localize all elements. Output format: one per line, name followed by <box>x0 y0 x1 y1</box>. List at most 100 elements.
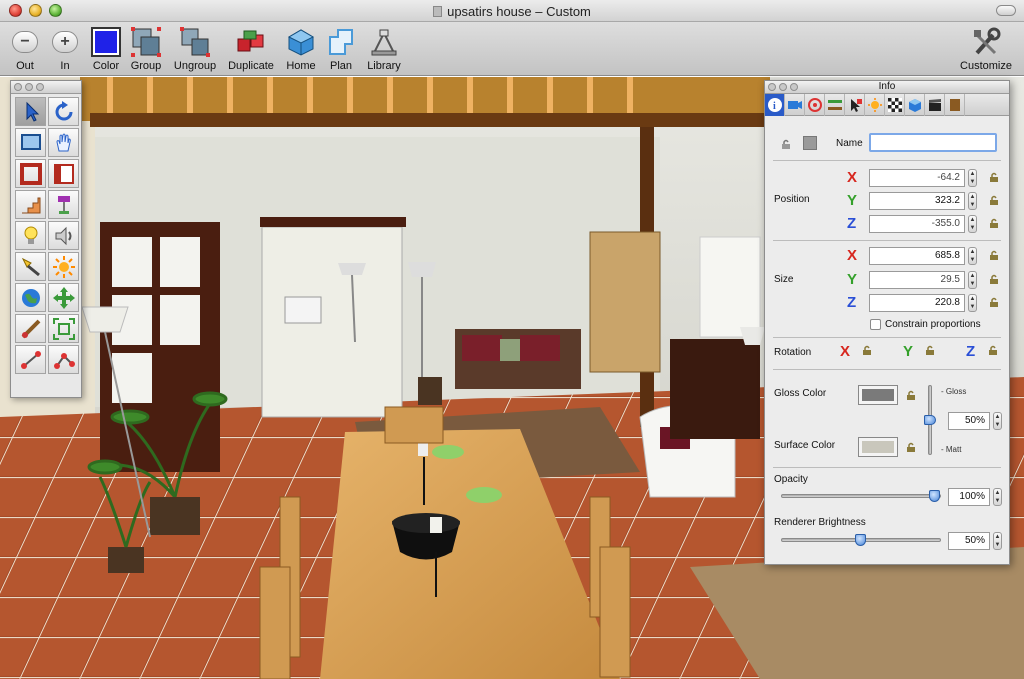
globe-tool[interactable] <box>15 283 46 312</box>
lock-icon[interactable] <box>925 345 934 355</box>
palette-minimize-button[interactable] <box>25 83 33 91</box>
brightness-stepper[interactable]: ▲ ▼ <box>993 532 1002 550</box>
info-panel-titlebar[interactable]: Info <box>765 81 1009 94</box>
group-button[interactable]: Group <box>122 27 170 72</box>
name-label: Name <box>836 138 863 149</box>
measure-tool[interactable] <box>15 314 46 343</box>
lock-icon[interactable] <box>781 139 790 149</box>
brightness-value-field[interactable]: 50% <box>948 532 990 550</box>
rotation-y-button[interactable]: Y <box>903 343 913 360</box>
zoom-rectangle-icon <box>21 134 41 150</box>
surface-color-well[interactable] <box>858 437 898 457</box>
lock-icon[interactable] <box>989 195 998 205</box>
info-minimize-button[interactable] <box>779 83 787 91</box>
size-x-stepper[interactable]: ▲ ▼ <box>968 247 977 265</box>
tab-camera[interactable] <box>785 94 805 116</box>
tab-object[interactable] <box>905 94 925 116</box>
lock-icon[interactable] <box>906 442 915 452</box>
position-x-stepper[interactable]: ▲ ▼ <box>968 169 977 187</box>
divider <box>773 240 1001 241</box>
opacity-value-field[interactable]: 100% <box>948 488 990 506</box>
rotation-z-button[interactable]: Z <box>966 343 975 360</box>
gloss-value-field[interactable]: 50% <box>948 412 990 430</box>
info-zoom-button[interactable] <box>790 83 798 91</box>
palette-close-button[interactable] <box>14 83 22 91</box>
lock-icon[interactable] <box>989 218 998 228</box>
window-titlebar: upsatirs house – Custom <box>0 0 1024 22</box>
lock-icon[interactable] <box>989 274 998 284</box>
rotate-tool[interactable] <box>48 97 79 126</box>
gloss-color-well[interactable] <box>858 385 898 405</box>
ungroup-button[interactable]: Ungroup <box>171 27 219 72</box>
size-y-field[interactable]: 29.5 <box>869 271 965 289</box>
arrow-pointer-icon <box>26 101 40 122</box>
gloss-slider-knob[interactable] <box>924 415 936 425</box>
info-icon: i <box>768 98 782 112</box>
palette-zoom-button[interactable] <box>36 83 44 91</box>
size-z-stepper[interactable]: ▲ ▼ <box>968 294 977 312</box>
sun-icon <box>53 256 75 278</box>
rotation-x-button[interactable]: X <box>840 343 850 360</box>
position-z-stepper[interactable]: ▲ ▼ <box>968 215 977 233</box>
brightness-slider-knob[interactable] <box>855 534 866 546</box>
floor-tool[interactable] <box>48 190 79 219</box>
customize-button[interactable]: Customize <box>956 27 1016 72</box>
tool-palette-titlebar[interactable] <box>11 81 81 94</box>
toolbar-toggle-button[interactable] <box>996 5 1016 16</box>
opacity-stepper[interactable]: ▲ ▼ <box>993 488 1002 506</box>
tab-info[interactable]: i <box>765 94 785 116</box>
tab-material[interactable] <box>945 94 965 116</box>
zoom-region-tool[interactable] <box>15 128 46 157</box>
pan-tool[interactable] <box>48 128 79 157</box>
position-y-field[interactable]: 323.2 <box>869 192 965 210</box>
light-tool[interactable] <box>15 221 46 250</box>
size-x-field[interactable]: 685.8 <box>869 247 965 265</box>
lock-icon[interactable] <box>989 297 998 307</box>
lock-icon[interactable] <box>989 250 998 260</box>
floor-lamp-icon <box>58 196 70 214</box>
split-tool[interactable] <box>48 345 79 374</box>
opacity-slider-knob[interactable] <box>929 490 940 502</box>
tab-dimensions[interactable] <box>825 94 845 116</box>
sound-tool[interactable] <box>48 221 79 250</box>
lock-icon[interactable] <box>989 172 998 182</box>
tab-target[interactable] <box>805 94 825 116</box>
library-button[interactable]: Library <box>360 27 408 72</box>
visibility-toggle[interactable] <box>803 136 817 150</box>
constrain-proportions-checkbox[interactable] <box>870 319 881 330</box>
opacity-slider-track[interactable] <box>781 494 941 498</box>
tab-texture[interactable] <box>885 94 905 116</box>
select-tool[interactable] <box>15 97 46 126</box>
wood-material-icon <box>950 99 960 111</box>
position-z-field[interactable]: -355.0 <box>869 215 965 233</box>
fit-tool[interactable] <box>48 314 79 343</box>
room-tool[interactable] <box>48 159 79 188</box>
divider <box>773 369 1001 370</box>
lock-icon[interactable] <box>906 390 915 400</box>
name-input[interactable] <box>869 133 997 152</box>
spotlight-tool[interactable] <box>15 252 46 281</box>
position-y-stepper[interactable]: ▲ ▼ <box>968 192 977 210</box>
duplicate-button[interactable]: Duplicate <box>227 27 275 72</box>
clapperboard-icon <box>929 99 941 111</box>
connect-tool[interactable] <box>15 345 46 374</box>
wall-tool[interactable] <box>15 159 46 188</box>
ungroup-icon <box>180 27 210 57</box>
divider <box>773 467 1001 468</box>
plan-button[interactable]: Plan <box>317 27 365 72</box>
tab-pointer[interactable] <box>845 94 865 116</box>
gloss-stepper[interactable]: ▲ ▼ <box>993 412 1002 430</box>
duplicate-icon <box>236 27 266 57</box>
size-z-field[interactable]: 220.8 <box>869 294 965 312</box>
lock-icon[interactable] <box>988 345 997 355</box>
info-panel: Info i Name Position X -64.2 ▲ ▼ Y 323.2 … <box>764 80 1010 565</box>
lock-icon[interactable] <box>862 345 871 355</box>
sun-tool[interactable] <box>48 252 79 281</box>
info-close-button[interactable] <box>768 83 776 91</box>
position-x-field[interactable]: -64.2 <box>869 169 965 187</box>
tab-movie[interactable] <box>925 94 945 116</box>
move-tool[interactable] <box>48 283 79 312</box>
tab-lighting[interactable] <box>865 94 885 116</box>
size-y-stepper[interactable]: ▲ ▼ <box>968 271 977 289</box>
stairs-tool[interactable] <box>15 190 46 219</box>
